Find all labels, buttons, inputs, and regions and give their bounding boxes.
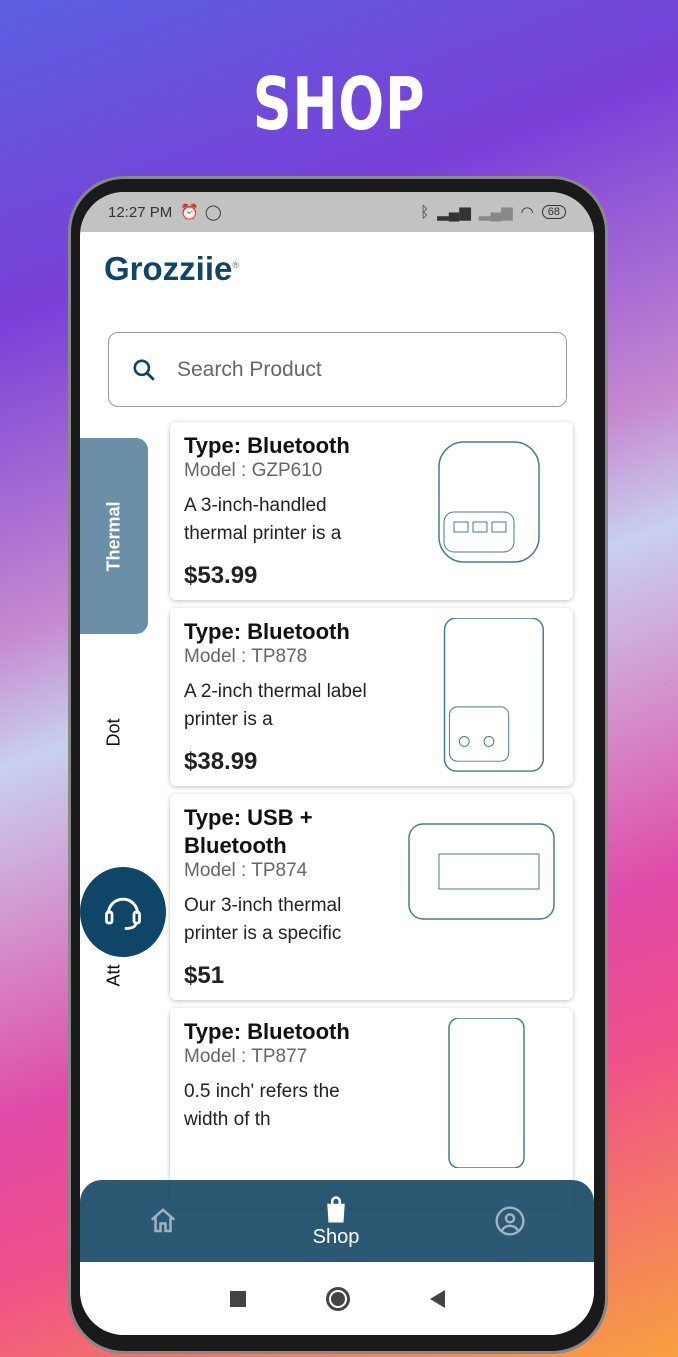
signal-icon-2: ▂▄▆ <box>478 204 513 221</box>
product-type: Type: USB + Bluetooth <box>184 805 313 858</box>
nav-shop[interactable]: Shop <box>312 1194 360 1249</box>
tab-thermal[interactable]: Thermal <box>80 438 148 634</box>
search-icon <box>133 358 155 381</box>
battery-icon: 68 <box>541 205 566 219</box>
printer-image <box>448 1018 525 1168</box>
product-card[interactable]: Type: Bluetooth Model : GZP610 A 3-inch-… <box>170 422 573 600</box>
back-button[interactable] <box>429 1289 445 1308</box>
bottom-nav: Shop <box>80 1180 594 1262</box>
product-price: $51 <box>184 962 225 989</box>
status-time: 12:27 PM <box>108 203 173 221</box>
whatsapp-icon: ◯ <box>204 204 222 221</box>
product-card[interactable]: Type: Bluetooth Model : TP877 0.5 inch' … <box>170 1008 573 1208</box>
wifi-icon: ◠ <box>520 204 534 221</box>
bluetooth-icon: ᛒ <box>420 203 430 221</box>
product-card[interactable]: Type: Bluetooth Model : TP878 A 2-inch t… <box>170 608 573 786</box>
phone-screen: 12:27 PM ⏰ ◯ ᛒ ▂▄▆ ▂▄▆ ◠ 68 Grozziie® Th… <box>80 192 594 1335</box>
product-type: Type: Bluetooth <box>184 619 350 644</box>
product-desc: A 2-inch thermal label printer is a <box>184 681 367 730</box>
printer-image <box>438 441 540 563</box>
product-desc: Our 3-inch thermal printer is a specific <box>184 895 342 944</box>
home-icon <box>150 1208 175 1233</box>
system-nav-bar <box>80 1262 594 1335</box>
nav-profile[interactable] <box>494 1205 526 1237</box>
search-input[interactable] <box>177 357 477 382</box>
headset-icon <box>105 897 141 930</box>
app-logo: Grozziie® <box>104 250 239 287</box>
search-box[interactable] <box>108 332 567 407</box>
nav-home[interactable] <box>148 1206 178 1236</box>
product-desc: A 3-inch-handled thermal printer is a <box>184 495 342 544</box>
product-desc: 0.5 inch' refers the width of th <box>184 1081 340 1130</box>
tab-dot[interactable]: Dot <box>80 634 148 830</box>
signal-icon: ▂▄▆ <box>437 204 471 221</box>
product-type: Type: Bluetooth <box>184 433 350 458</box>
shopping-bag-icon <box>327 1195 345 1222</box>
profile-icon <box>495 1206 525 1236</box>
home-system-button[interactable] <box>325 1286 350 1311</box>
status-bar: 12:27 PM ⏰ ◯ ᛒ ▂▄▆ ▂▄▆ ◠ 68 <box>80 192 594 232</box>
printer-image <box>443 618 544 772</box>
recents-button[interactable] <box>229 1290 246 1307</box>
printer-image <box>408 823 555 920</box>
nav-shop-label: Shop <box>312 1225 360 1248</box>
alarm-icon: ⏰ <box>180 204 199 221</box>
product-card[interactable]: Type: USB + Bluetooth Model : TP874 Our … <box>170 794 573 1000</box>
page-title: SHOP <box>252 62 426 146</box>
product-type: Type: Bluetooth <box>184 1019 350 1044</box>
support-button[interactable] <box>80 867 166 957</box>
